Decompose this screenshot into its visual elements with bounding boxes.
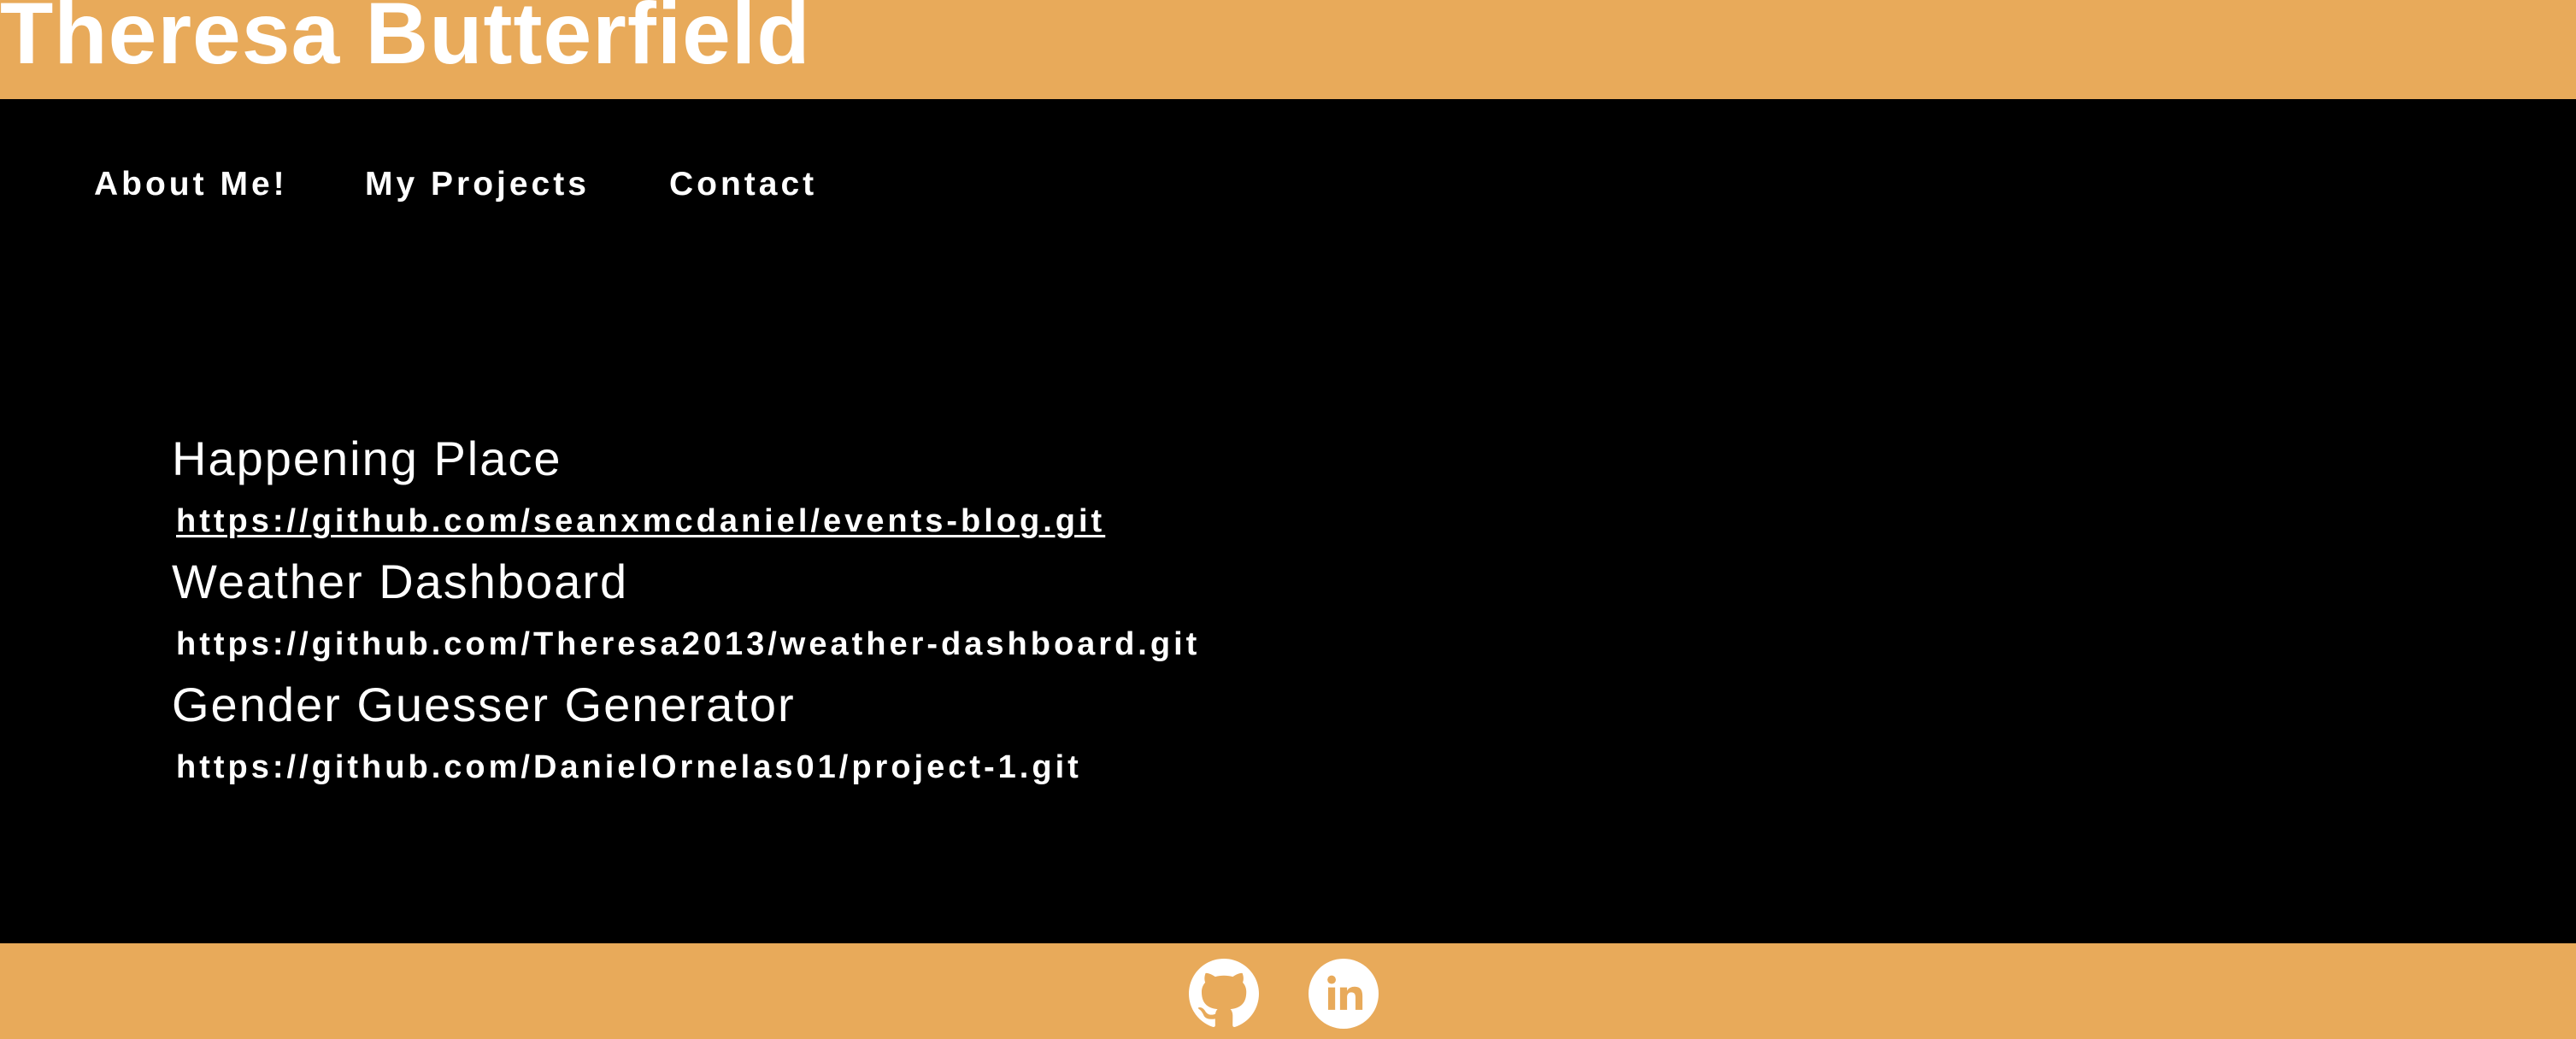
projects-section: Happening Place https://github.com/seanx… — [0, 0, 2576, 943]
linkedin-link[interactable] — [1309, 959, 1379, 1029]
project-title-weather-dashboard: Weather Dashboard — [172, 555, 629, 608]
project-link-happening-place[interactable]: https://github.com/seanxmcdaniel/events-… — [176, 505, 1105, 537]
project-link-gender-guesser[interactable]: https://github.com/DanielOrnelas01/proje… — [176, 751, 1082, 784]
github-link[interactable] — [1189, 959, 1259, 1029]
site-footer — [0, 943, 2576, 1039]
project-title-gender-guesser: Gender Guesser Generator — [172, 678, 796, 731]
github-icon — [1189, 959, 1259, 1027]
linkedin-icon — [1309, 959, 1379, 1029]
project-link-weather-dashboard[interactable]: https://github.com/Theresa2013/weather-d… — [176, 628, 1200, 660]
project-title-happening-place: Happening Place — [172, 431, 562, 485]
